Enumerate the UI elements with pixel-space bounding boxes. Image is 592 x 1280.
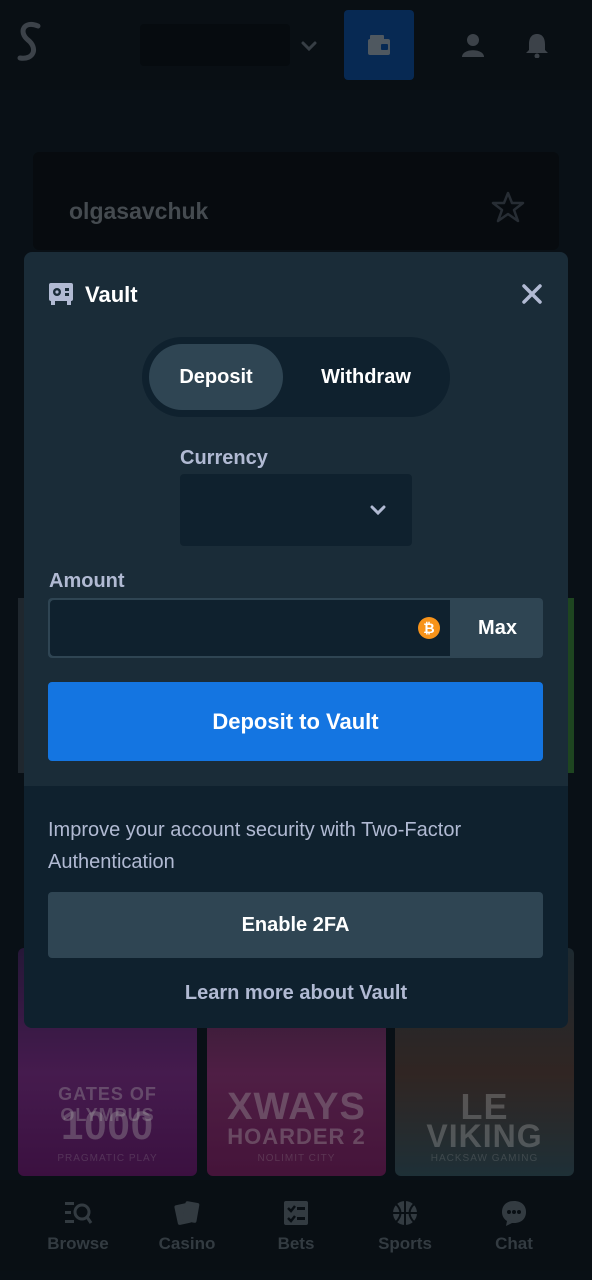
bitcoin-icon: ₿ [418,617,440,639]
amount-label: Amount [49,570,125,592]
currency-label: Currency [180,447,268,469]
tab-withdraw[interactable]: Withdraw [288,344,444,410]
vault-modal: Vault Deposit Withdraw Currency Amount ₿… [24,252,568,1028]
security-message: Improve your account security with Two-F… [48,819,462,873]
svg-text:₿: ₿ [423,621,434,637]
deposit-to-vault-button[interactable]: Deposit to Vault [48,682,543,761]
deposit-withdraw-tabs: Deposit Withdraw [142,337,450,417]
modal-title: Vault [85,282,138,307]
modal-header: Vault [24,252,568,336]
max-button[interactable]: Max [452,598,543,658]
learn-more-link[interactable]: Learn more about Vault [24,982,568,1005]
security-section: Improve your account security with Two-F… [24,786,568,1028]
amount-field-group: ₿ Max [48,598,543,658]
amount-input[interactable] [50,600,450,656]
currency-select[interactable] [180,474,412,546]
chevron-down-icon [370,505,386,516]
close-icon[interactable] [520,282,544,306]
vault-icon [49,283,73,305]
tab-deposit[interactable]: Deposit [149,344,283,410]
enable-2fa-button[interactable]: Enable 2FA [48,892,543,958]
